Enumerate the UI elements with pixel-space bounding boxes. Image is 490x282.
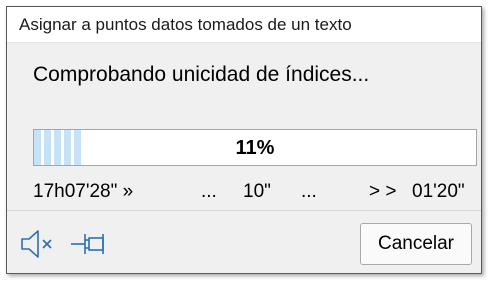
separator-ellipsis-2: ... (301, 181, 317, 202)
progress-bar: 11% (33, 129, 477, 166)
footer-divider (7, 210, 481, 211)
remaining-time: 01'20" (412, 181, 465, 202)
remaining-marker: > > (369, 181, 397, 202)
pin-icon[interactable] (69, 229, 113, 259)
progress-percent-label: 11% (235, 137, 275, 159)
separator-ellipsis-1: ... (201, 181, 217, 202)
speaker-muted-icon[interactable] (19, 228, 61, 260)
cancel-button[interactable]: Cancelar (360, 223, 472, 265)
progress-dialog: Asignar a puntos datos tomados de un tex… (6, 6, 482, 274)
status-message: Comprobando unicidad de índices... (33, 63, 370, 86)
window-title: Asignar a puntos datos tomados de un tex… (19, 15, 352, 34)
elapsed-time: 10" (243, 181, 271, 202)
title-bar[interactable]: Asignar a puntos datos tomados de un tex… (7, 7, 481, 43)
start-time: 17h07'28" » (33, 181, 134, 202)
